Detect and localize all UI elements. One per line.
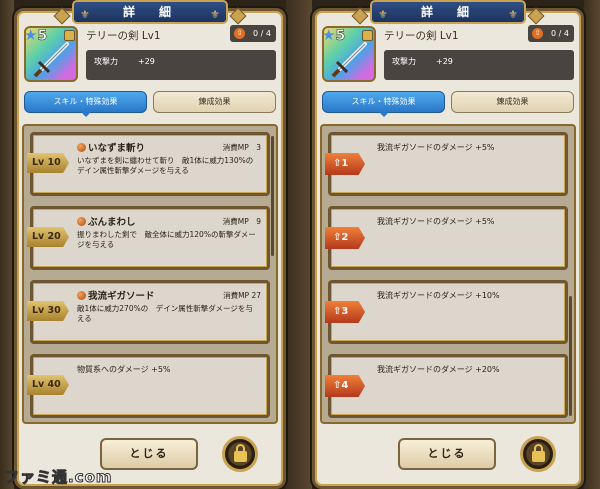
panel-title: ⚜ 詳 細 ⚜ (72, 0, 228, 24)
rarity-star-icon: ★5 (24, 26, 48, 44)
weapon-icon[interactable]: ★5 (322, 26, 376, 82)
skill-card: Lv 30 我流ギガソード 消費MP 27 敵1体に威力270%の デイン属性斬… (27, 280, 270, 344)
refine-step-label: ⇧4 (325, 375, 365, 397)
skill-orb-icon (77, 217, 86, 226)
weapon-header: ★5 テリーの剣 Lv1 ⇧ 0 / 4 攻撃力 +29 (322, 22, 574, 88)
refine-step-label: ⇧2 (325, 227, 365, 249)
background-right (584, 0, 600, 489)
refine-card: ⇧3 我流ギガソードのダメージ +10% (325, 280, 568, 344)
level-label: Lv 40 (27, 375, 69, 395)
weapon-icon[interactable]: ★5 (24, 26, 78, 82)
detail-tabs: スキル・特殊効果 錬成効果 (322, 91, 574, 113)
refine-step-label: ⇧3 (325, 301, 365, 323)
skill-card: Lv 40 物質系へのダメージ +5% (27, 354, 270, 418)
stat-box: 攻撃力 +29 (86, 50, 276, 80)
refine-desc: 我流ギガソードのダメージ +5% (377, 143, 495, 152)
skill-mp: 消費MP 27 (223, 291, 261, 300)
refine-card: ⇧1 我流ギガソードのダメージ +5% (325, 132, 568, 196)
background-center (286, 0, 312, 489)
skill-mp: 消費MP 3 (222, 143, 261, 152)
skill-card: Lv 20 ぶんまわし 消費MP 9 振りまわした剣で 敵全体に威力120%の斬… (27, 206, 270, 270)
skill-mp: 消費MP 9 (222, 217, 261, 226)
level-label: Lv 10 (27, 153, 69, 173)
background-left (0, 0, 14, 489)
scrollbar[interactable] (271, 136, 274, 256)
skill-orb-icon (77, 291, 86, 300)
level-label: Lv 30 (27, 301, 69, 321)
refine-step-label: ⇧1 (325, 153, 365, 175)
skill-name: ぶんまわし (88, 217, 136, 228)
refine-desc: 我流ギガソードのダメージ +10% (377, 291, 500, 300)
close-button[interactable]: とじる (100, 438, 198, 470)
skill-desc: 物質系へのダメージ +5% (77, 365, 171, 374)
refine-card: ⇧4 我流ギガソードのダメージ +20% (325, 354, 568, 418)
skill-desc: 敵1体に威力270%の デイン属性斬撃ダメージを与える (77, 304, 253, 323)
panel-title: ⚜ 詳 細 ⚜ (370, 0, 526, 24)
lock-button[interactable] (222, 436, 258, 472)
weapon-name: テリーの剣 Lv1 (384, 30, 459, 42)
tab-skills[interactable]: スキル・特殊効果 (322, 91, 445, 113)
detail-panel-refine: ⚜ 詳 細 ⚜ ★5 テリーの剣 Lv1 ⇧ 0 / 4 攻撃力 +29 スキル・… (312, 0, 584, 489)
tab-refine[interactable]: 錬成効果 (451, 91, 574, 113)
refine-card: ⇧2 我流ギガソードのダメージ +5% (325, 206, 568, 270)
skill-desc: 振りまわした剣で 敵全体に威力120%の斬撃ダメージを与える (77, 230, 256, 249)
lock-icon (64, 30, 75, 41)
lock-icon (362, 30, 373, 41)
lock-button[interactable] (520, 436, 556, 472)
skill-desc: いなずまを剣に纏わせて斬り 敵1体に威力130%のデイン属性斬撃ダメージを与える (77, 156, 254, 175)
rarity-star-icon: ★5 (322, 26, 346, 44)
refine-desc: 我流ギガソードのダメージ +5% (377, 217, 495, 226)
refine-list[interactable]: ⇧1 我流ギガソードのダメージ +5% ⇧2 我流ギガソードのダメージ +5% … (320, 124, 576, 424)
tab-skills[interactable]: スキル・特殊効果 (24, 91, 147, 113)
scrollbar[interactable] (569, 296, 572, 416)
upgrade-count-badge: ⇧ 0 / 4 (528, 25, 574, 42)
skill-card: Lv 10 いなずま斬り 消費MP 3 いなずまを剣に纏わせて斬り 敵1体に威力… (27, 132, 270, 196)
detail-panel-skills: ⚜ 詳 細 ⚜ ★5 テリーの剣 Lv1 ⇧ 0 / 4 攻撃力 +29 スキル・… (14, 0, 286, 489)
weapon-header: ★5 テリーの剣 Lv1 ⇧ 0 / 4 攻撃力 +29 (24, 22, 276, 88)
stat-box: 攻撃力 +29 (384, 50, 574, 80)
close-button[interactable]: とじる (398, 438, 496, 470)
weapon-name: テリーの剣 Lv1 (86, 30, 161, 42)
refine-desc: 我流ギガソードのダメージ +20% (377, 365, 500, 374)
skill-list[interactable]: Lv 10 いなずま斬り 消費MP 3 いなずまを剣に纏わせて斬り 敵1体に威力… (22, 124, 278, 424)
watermark: ファミ通.com (4, 468, 113, 487)
upgrade-arrow-icon: ⇧ (234, 28, 245, 39)
skill-name: 我流ギガソード (88, 291, 155, 302)
level-label: Lv 20 (27, 227, 69, 247)
upgrade-arrow-icon: ⇧ (532, 28, 543, 39)
tab-refine[interactable]: 錬成効果 (153, 91, 276, 113)
skill-name: いなずま斬り (88, 143, 146, 154)
detail-tabs: スキル・特殊効果 錬成効果 (24, 91, 276, 113)
upgrade-count-badge: ⇧ 0 / 4 (230, 25, 276, 42)
skill-orb-icon (77, 143, 86, 152)
